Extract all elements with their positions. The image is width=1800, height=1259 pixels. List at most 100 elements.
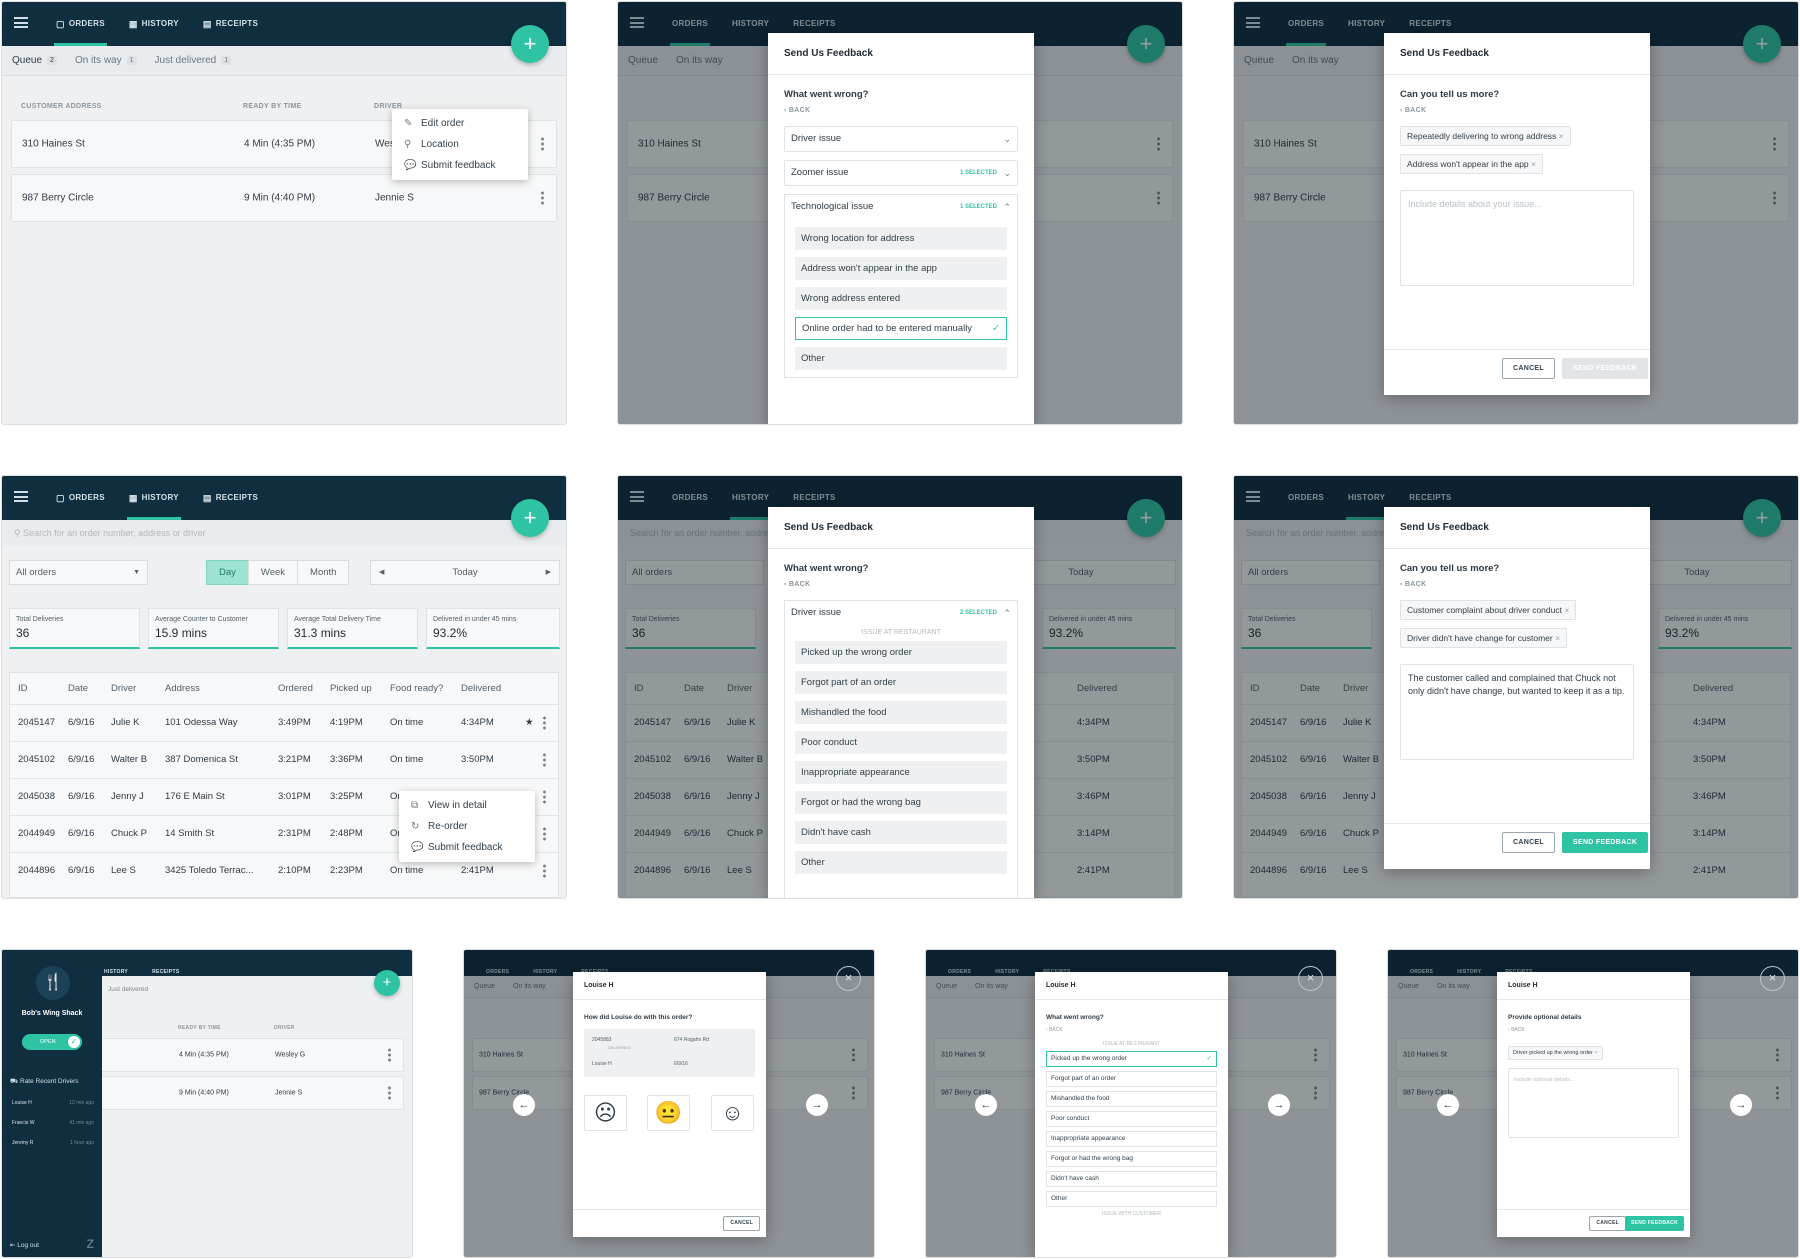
tab-history[interactable]: ▦ HISTORY [127, 476, 181, 520]
option[interactable]: Poor conduct [795, 731, 1007, 754]
back-link[interactable]: ‹ BACK [1400, 581, 1634, 588]
option[interactable]: Forgot or had the wrong bag [1046, 1151, 1217, 1167]
cancel-button[interactable]: CANCEL [723, 1216, 760, 1231]
option[interactable]: Inappropriate appearance [795, 761, 1007, 784]
cancel-button[interactable]: CANCEL [1502, 832, 1555, 853]
reorder-item[interactable]: ↻ Re-order [399, 816, 535, 837]
selected-chip[interactable]: Driver picked up the wrong order [1508, 1046, 1603, 1060]
option[interactable]: Didn't have cash [795, 821, 1007, 844]
cancel-button[interactable]: CANCEL [1502, 358, 1555, 379]
filter-just-delivered[interactable]: Just delivered 1 [155, 55, 232, 66]
neutral-face-icon[interactable]: 😐 [647, 1095, 690, 1131]
table-row[interactable]: 2045102 6/9/16 Walter B 387 Domenica St 3:21… [10, 741, 558, 778]
tab-orders[interactable]: ▢ ORDERS [54, 476, 107, 520]
menu-icon[interactable] [14, 17, 28, 28]
send-feedback-button[interactable]: SEND FEEDBACK [1562, 358, 1649, 379]
back-link[interactable]: ‹ BACK [1508, 1027, 1679, 1033]
add-order-button[interactable]: + [511, 499, 549, 537]
selected-chip[interactable]: Repeatedly delivering to wrong address [1400, 126, 1571, 146]
more-icon[interactable] [543, 789, 546, 805]
add-order-button[interactable]: + [511, 25, 549, 63]
more-icon[interactable] [541, 190, 544, 206]
cancel-button[interactable]: CANCEL [1589, 1216, 1626, 1231]
range-week[interactable]: Week [247, 560, 299, 585]
order-filter-select[interactable]: All orders ▼ [9, 560, 148, 585]
option[interactable]: Picked up the wrong order [795, 641, 1007, 664]
sad-face-icon[interactable]: ☹ [584, 1095, 627, 1131]
more-icon[interactable] [543, 863, 546, 879]
next-arrow-icon[interactable]: → [1268, 1094, 1290, 1116]
next-arrow-icon[interactable]: → [1730, 1094, 1752, 1116]
selected-chip[interactable]: Customer complaint about driver conduct [1400, 600, 1577, 620]
option[interactable]: Other [1046, 1191, 1217, 1207]
edit-order-item[interactable]: ✎ Edit order [392, 113, 528, 134]
next-arrow-icon[interactable]: → [806, 1094, 828, 1116]
option-selected[interactable]: Online order had to be entered manually [795, 317, 1007, 340]
logout-link[interactable]: ⇤ Log out [10, 1241, 39, 1249]
driver-list-item[interactable]: Francis W 41 min ago [12, 1120, 94, 1126]
prev-day-icon[interactable]: ◀ [379, 561, 384, 584]
location-item[interactable]: ⚲ Location [392, 134, 528, 155]
prev-arrow-icon[interactable]: ← [1437, 1094, 1459, 1116]
tab-receipts[interactable]: ▤ RECEIPTS [201, 2, 260, 46]
filter-on-way[interactable]: On its way 1 [75, 55, 137, 66]
tab-history[interactable]: ▦ HISTORY [127, 2, 181, 46]
menu-icon[interactable] [14, 491, 28, 502]
back-link[interactable]: ‹ BACK [784, 107, 1018, 114]
option[interactable]: Address won't appear in the app [795, 257, 1007, 280]
more-icon[interactable] [541, 136, 544, 152]
option-selected[interactable]: Picked up the wrong order [1046, 1051, 1217, 1067]
close-icon[interactable]: × [1760, 966, 1785, 991]
tab-receipts[interactable]: ▤ RECEIPTS [201, 476, 260, 520]
range-day[interactable]: Day [206, 560, 249, 585]
filter-queue[interactable]: Queue 2 [12, 55, 57, 66]
option[interactable]: Wrong location for address [795, 227, 1007, 250]
option[interactable]: Other [795, 347, 1007, 370]
star-icon[interactable]: ★ [525, 717, 534, 728]
range-month[interactable]: Month [297, 560, 350, 585]
more-icon[interactable] [543, 826, 546, 842]
more-icon[interactable] [543, 715, 546, 731]
option[interactable]: Forgot or had the wrong bag [795, 791, 1007, 814]
back-link[interactable]: ‹ BACK [784, 581, 1018, 588]
next-day-icon[interactable]: ▶ [546, 561, 551, 584]
selected-chip[interactable]: Address won't appear in the app [1400, 154, 1543, 174]
driver-list-item[interactable]: Jeremy R1 hour ago [12, 1140, 94, 1146]
submit-feedback-item[interactable]: 💬 Submit feedback [399, 837, 535, 858]
tech-issue-dropdown[interactable]: Technological issue 1 SELECTED ⌃ [785, 195, 1017, 221]
back-link[interactable]: ‹ BACK [1046, 1027, 1217, 1033]
close-icon[interactable]: × [1298, 966, 1323, 991]
search-input[interactable]: ⚲ Search for an order number, address or… [2, 520, 566, 545]
details-textarea[interactable]: Include details about your issue... [1400, 190, 1634, 286]
prev-arrow-icon[interactable]: ← [513, 1094, 535, 1116]
more-icon[interactable] [543, 752, 546, 768]
option[interactable]: Wrong address entered [795, 287, 1007, 310]
option[interactable]: Mishandled the food [1046, 1091, 1217, 1107]
open-toggle[interactable]: OPEN ✓ [22, 1034, 82, 1050]
details-textarea[interactable]: The customer called and complained that … [1400, 664, 1634, 760]
option[interactable]: Mishandled the food [795, 701, 1007, 724]
close-icon[interactable]: × [836, 966, 861, 991]
submit-feedback-item[interactable]: 💬 Submit feedback [392, 155, 528, 176]
prev-arrow-icon[interactable]: ← [975, 1094, 997, 1116]
driver-issue-dropdown[interactable]: Driver issue ⌄ [784, 126, 1018, 152]
option[interactable]: Forgot part of an order [795, 671, 1007, 694]
option[interactable]: Forgot part of an order [1046, 1071, 1217, 1087]
back-link[interactable]: ‹ BACK [1400, 107, 1634, 114]
option[interactable]: Inappropriate appearance [1046, 1131, 1217, 1147]
driver-list-item[interactable]: Louise H 12 min ago [12, 1100, 94, 1106]
selected-chip[interactable]: Driver didn't have change for customer [1400, 628, 1568, 648]
driver-issue-dropdown[interactable]: Driver issue 2 SELECTED ⌃ [785, 601, 1017, 627]
happy-face-icon[interactable]: ☺ [711, 1095, 754, 1131]
optional-details-textarea[interactable]: Include optional details... [1508, 1068, 1679, 1138]
option[interactable]: Poor conduct [1046, 1111, 1217, 1127]
tab-orders[interactable]: ▢ ORDERS [54, 2, 107, 46]
option[interactable]: Other [795, 851, 1007, 874]
table-row[interactable]: 2045147 6/9/16 Julie K 101 Odessa Way 3:49PM… [10, 704, 558, 741]
send-feedback-button[interactable]: SEND FEEDBACK [1625, 1216, 1684, 1231]
send-feedback-button[interactable]: SEND FEEDBACK [1562, 832, 1649, 853]
zoomer-issue-dropdown[interactable]: Zoomer issue 1 SELECTED ⌄ [784, 160, 1018, 186]
order-card[interactable]: 987 Berry Circle 9 Min (4:40 PM) Jennie … [11, 174, 557, 222]
view-detail-item[interactable]: ⧉ View in detail [399, 795, 535, 816]
option[interactable]: Didn't have cash [1046, 1171, 1217, 1187]
